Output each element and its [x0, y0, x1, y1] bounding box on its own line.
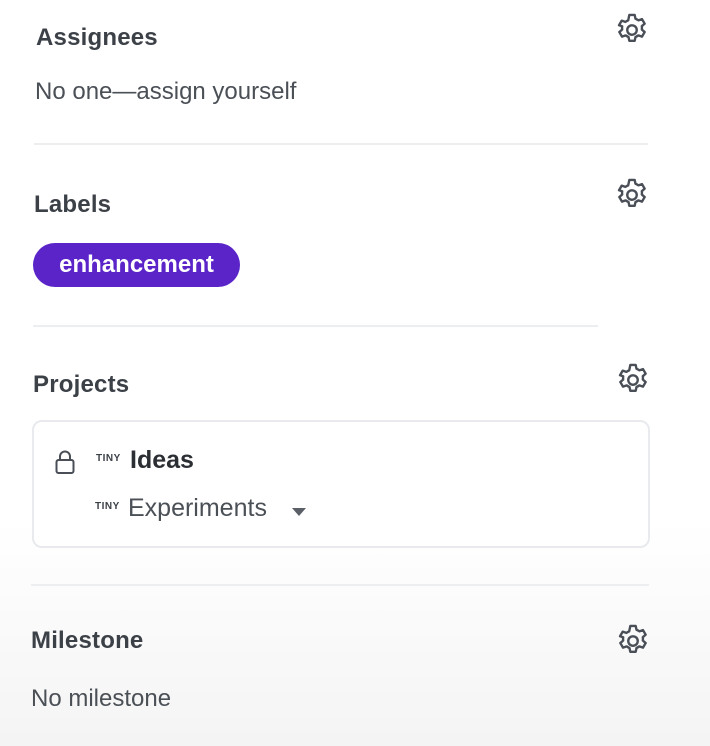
gear-icon[interactable]	[613, 176, 651, 214]
issue-sidebar: Assignees No one—assign yourself Labels …	[0, 0, 710, 746]
project-card: TINY Ideas TINY Experiments	[32, 420, 650, 548]
section-divider	[33, 325, 598, 327]
caret-down-icon[interactable]	[292, 508, 306, 516]
gear-icon[interactable]	[614, 622, 652, 660]
label-enhancement[interactable]: enhancement	[33, 243, 240, 287]
lock-icon	[54, 449, 76, 475]
section-divider	[34, 143, 648, 145]
gear-icon[interactable]	[614, 361, 652, 399]
milestone-heading[interactable]: Milestone	[31, 627, 143, 655]
project-tiny-tag: TINY	[96, 453, 121, 464]
labels-heading[interactable]: Labels	[34, 191, 111, 219]
assignees-heading[interactable]: Assignees	[36, 24, 158, 52]
column-tiny-tag: TINY	[95, 501, 120, 512]
section-divider	[31, 584, 649, 586]
projects-heading[interactable]: Projects	[33, 371, 129, 399]
milestone-value[interactable]: No milestone	[31, 685, 171, 713]
gear-icon[interactable]	[613, 11, 651, 49]
assignees-value[interactable]: No one—assign yourself	[35, 78, 296, 106]
project-name[interactable]: Ideas	[130, 446, 194, 475]
project-column-select[interactable]: Experiments	[128, 494, 267, 523]
